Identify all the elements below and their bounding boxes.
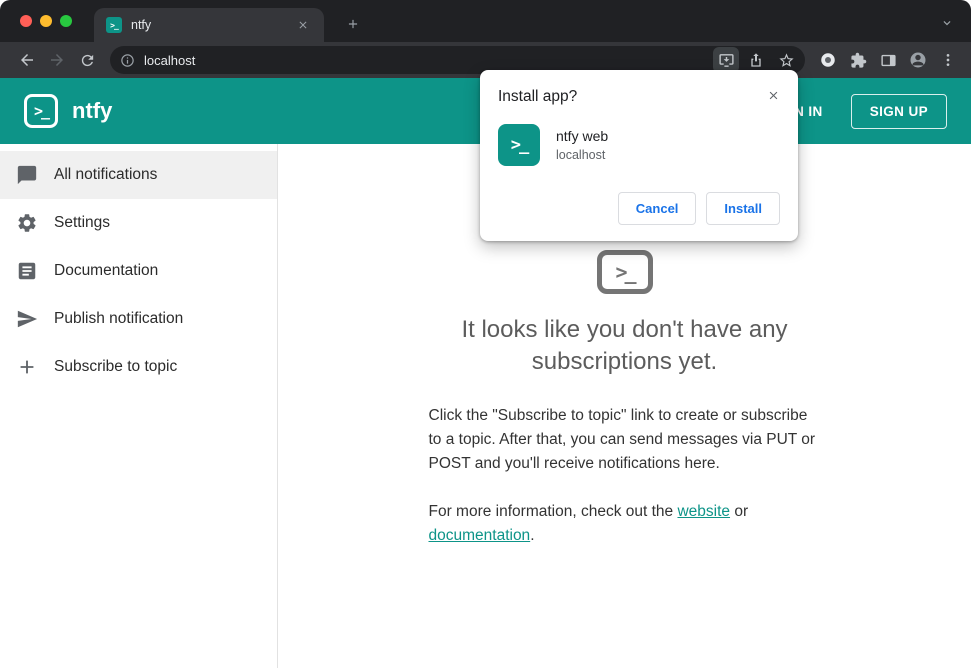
- dialog-app-name: ntfy web: [556, 128, 609, 144]
- sidebar-item-label: Settings: [54, 214, 111, 231]
- empty-state-heading: It looks like you don't have any subscri…: [461, 316, 788, 375]
- more-info-prefix: For more information, check out the: [428, 502, 678, 520]
- minimize-window-button[interactable]: [40, 15, 52, 27]
- article-icon: [16, 260, 38, 282]
- more-info-paragraph: For more information, check out the webs…: [429, 500, 821, 548]
- reload-button[interactable]: [72, 45, 102, 75]
- back-button[interactable]: [12, 45, 42, 75]
- brand-name: ntfy: [72, 98, 113, 123]
- empty-state-paragraph: Click the "Subscribe to topic" link to c…: [428, 406, 816, 472]
- sidebar-item-subscribe-to-topic[interactable]: Subscribe to topic: [0, 343, 277, 391]
- tab-search-chevron-icon[interactable]: [935, 11, 959, 35]
- close-window-button[interactable]: [20, 15, 32, 27]
- sidebar-item-all-notifications[interactable]: All notifications: [0, 151, 277, 199]
- send-icon: [16, 308, 38, 330]
- empty-state-body: Click the "Subscribe to topic" link to c…: [429, 404, 821, 548]
- sidebar-item-label: Documentation: [54, 262, 159, 279]
- dialog-close-icon[interactable]: [762, 84, 784, 106]
- extensions-puzzle-icon[interactable]: [843, 45, 873, 75]
- window-controls: [20, 15, 72, 27]
- sidebar-item-label: Subscribe to topic: [54, 358, 178, 375]
- browser-window: >_ ntfy localhost >_ ntfy IN SIGN UP All…: [0, 0, 971, 668]
- profile-avatar[interactable]: [903, 45, 933, 75]
- documentation-link[interactable]: documentation: [429, 527, 531, 544]
- menu-kebab-icon[interactable]: [933, 45, 963, 75]
- side-panel-icon[interactable]: [873, 45, 903, 75]
- plus-icon: [16, 356, 38, 378]
- dialog-app-row: >_ ntfy web localhost: [498, 124, 780, 166]
- fullscreen-window-button[interactable]: [60, 15, 72, 27]
- sidebar-item-label: All notifications: [54, 166, 158, 183]
- ntfy-favicon-icon: >_: [106, 17, 122, 33]
- sidebar-item-publish-notification[interactable]: Publish notification: [0, 295, 277, 343]
- browser-tab[interactable]: >_ ntfy: [94, 8, 324, 42]
- titlebar: >_ ntfy: [0, 0, 971, 42]
- ntfy-logo-icon[interactable]: >_: [24, 94, 58, 128]
- dialog-title: Install app?: [498, 88, 578, 105]
- url-text[interactable]: localhost: [144, 53, 709, 68]
- dialog-app-origin: localhost: [556, 148, 606, 162]
- cancel-button[interactable]: Cancel: [617, 192, 697, 225]
- site-info-icon[interactable]: [120, 53, 135, 68]
- more-info-middle: or: [730, 502, 749, 520]
- sign-up-button[interactable]: SIGN UP: [850, 93, 947, 129]
- website-link[interactable]: website: [677, 503, 730, 520]
- install-app-dialog: Install app? >_ ntfy web localhost Cance…: [480, 70, 798, 241]
- forward-button[interactable]: [42, 45, 72, 75]
- sidebar: All notifications Settings Documentation…: [0, 144, 278, 668]
- more-info-suffix: .: [530, 526, 535, 544]
- chat-icon: [16, 164, 38, 186]
- sidebar-item-documentation[interactable]: Documentation: [0, 247, 277, 295]
- gear-icon: [16, 212, 38, 234]
- sidebar-item-settings[interactable]: Settings: [0, 199, 277, 247]
- ntfy-terminal-icon: >_: [596, 250, 653, 294]
- install-button[interactable]: Install: [706, 192, 780, 225]
- new-tab-button[interactable]: [340, 11, 366, 37]
- pinned-extension-icon[interactable]: [813, 45, 843, 75]
- ntfy-app-icon: >_: [498, 124, 540, 166]
- tab-close-icon[interactable]: [294, 16, 312, 34]
- sidebar-item-label: Publish notification: [54, 310, 184, 327]
- tab-title: ntfy: [131, 18, 152, 32]
